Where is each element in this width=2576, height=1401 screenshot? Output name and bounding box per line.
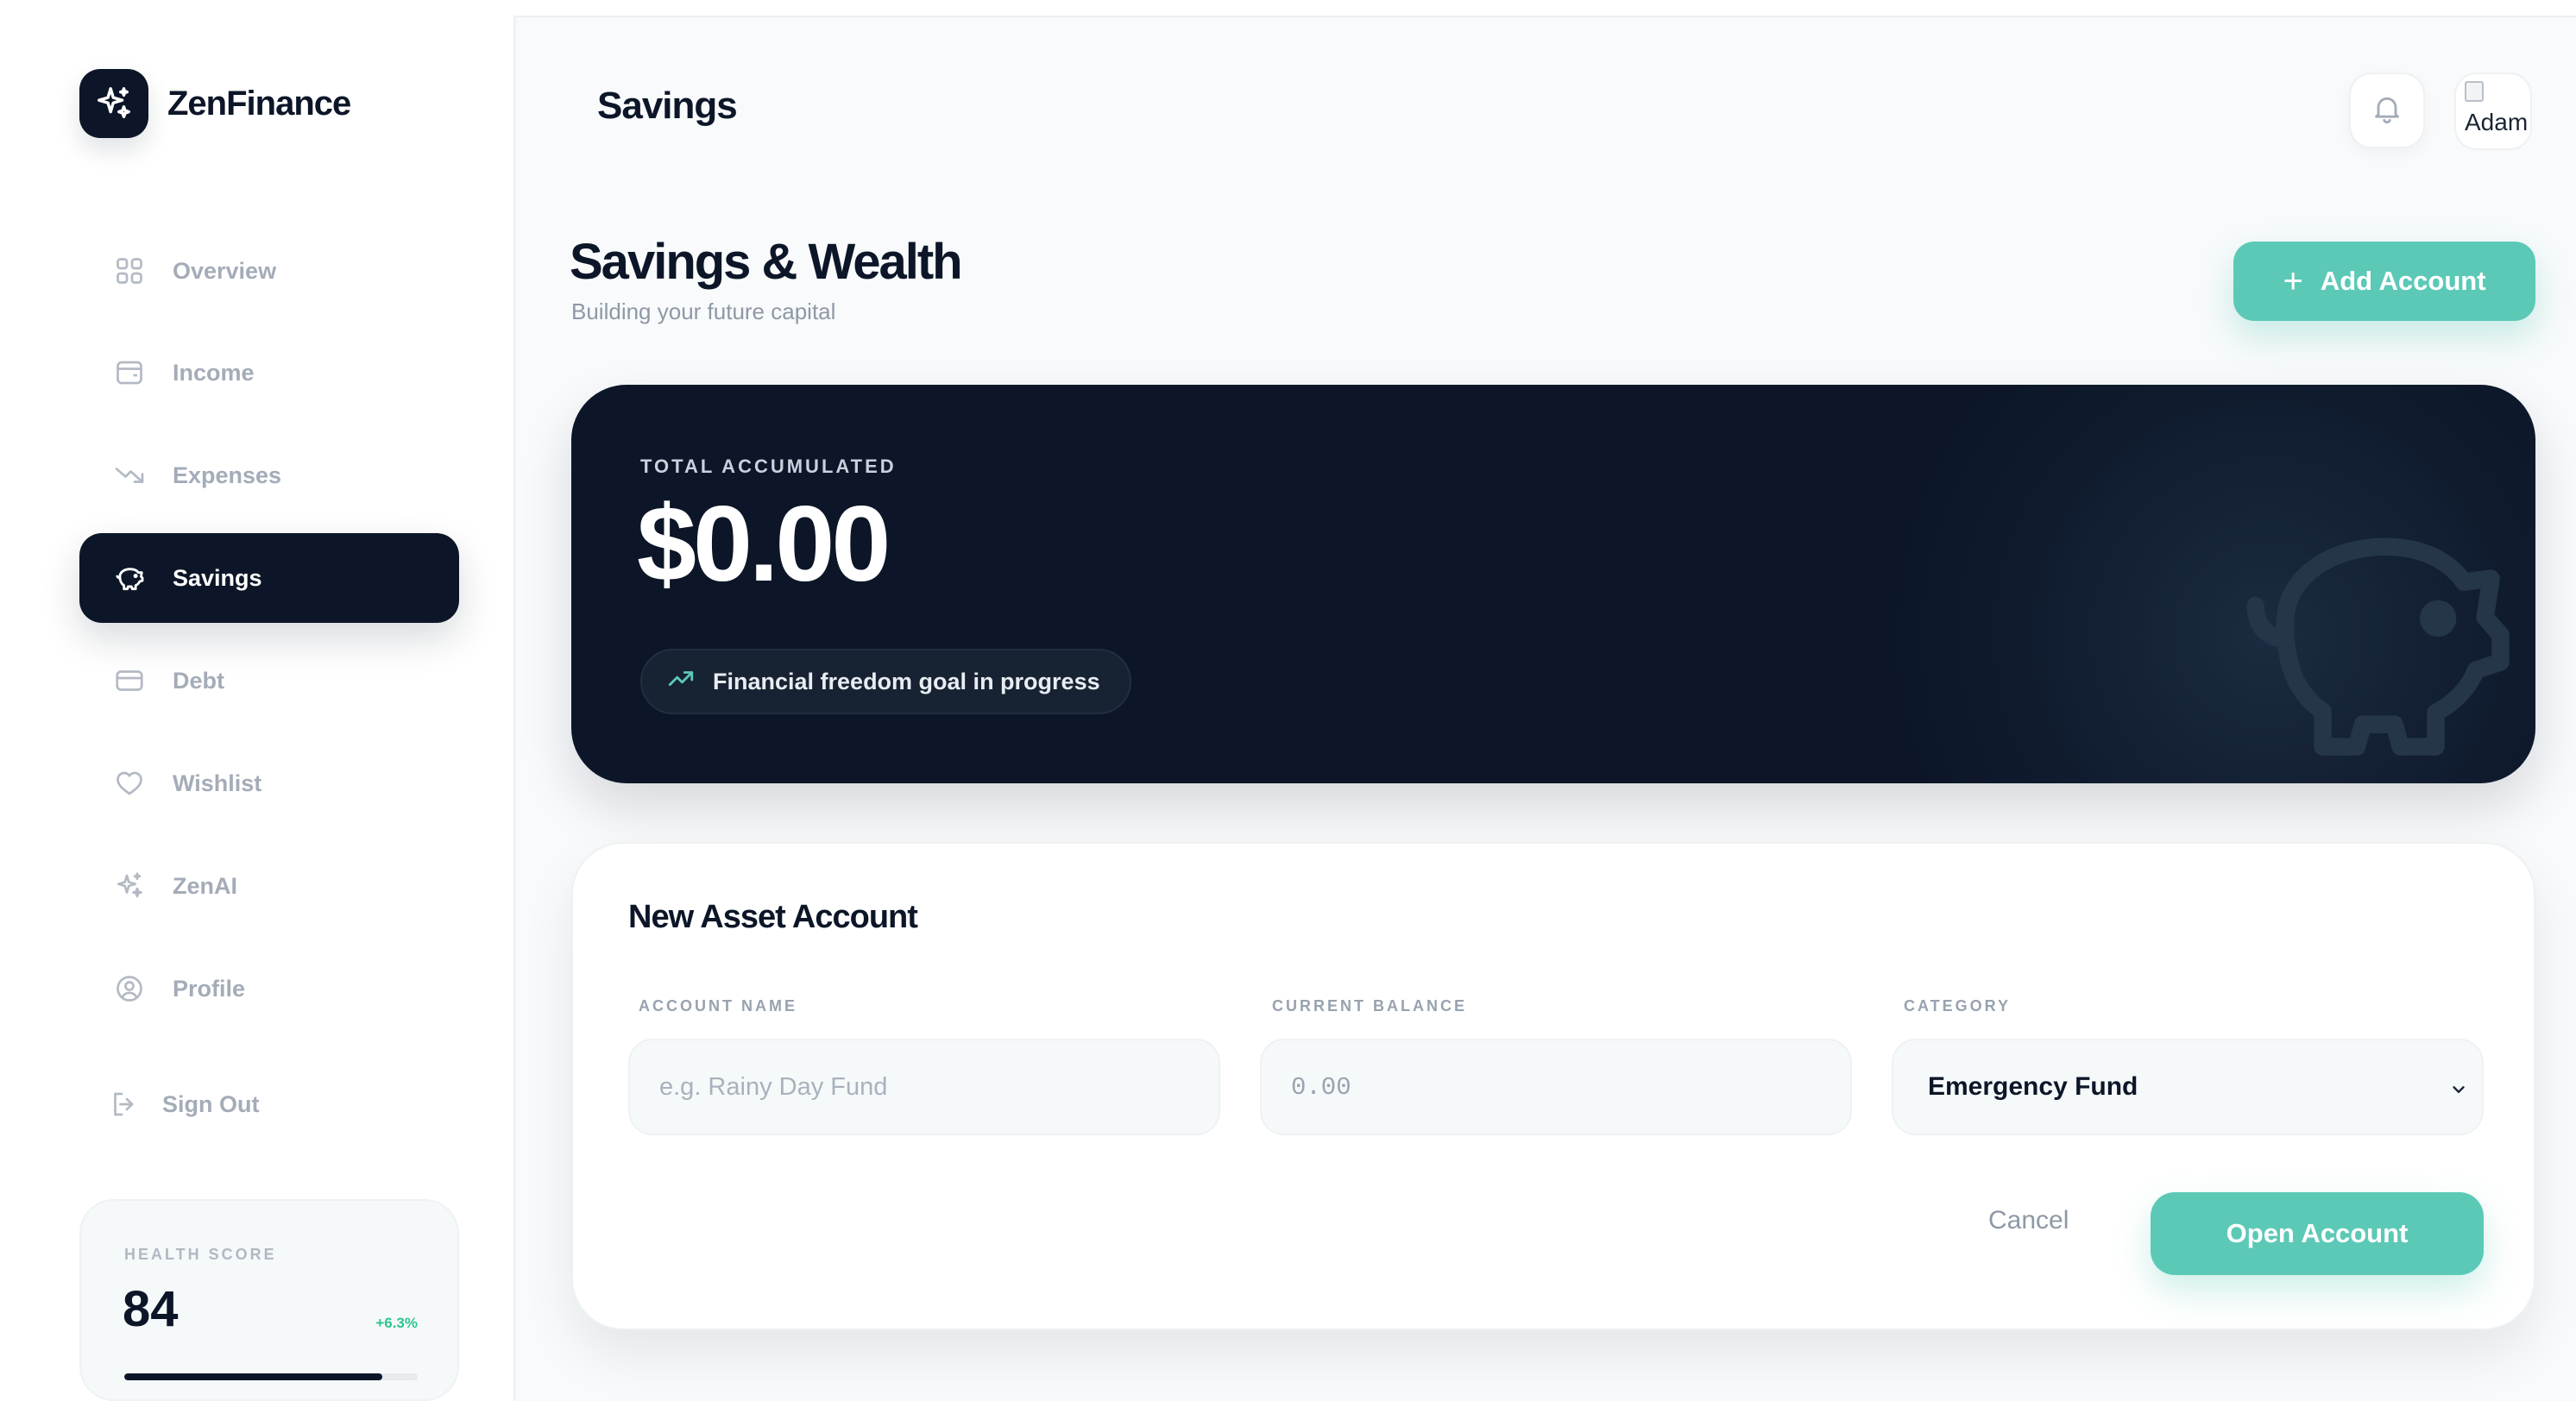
sidebar-item-label: Savings: [173, 564, 262, 591]
sidebar-item-expenses[interactable]: Expenses: [79, 430, 459, 520]
trending-up-icon: [666, 665, 696, 699]
credit-card-icon: [112, 663, 147, 698]
broken-image-icon: [2465, 81, 2484, 102]
chevron-down-icon: [2449, 1080, 2468, 1103]
sidebar-item-overview[interactable]: Overview: [79, 226, 459, 316]
health-score-progress-fill: [124, 1373, 383, 1380]
add-account-button[interactable]: + Add Account: [2233, 242, 2535, 321]
sidebar-item-savings[interactable]: Savings: [79, 533, 459, 623]
section-title: Savings & Wealth: [570, 234, 963, 290]
piggy-bank-icon: [112, 561, 147, 595]
user-circle-icon: [112, 971, 147, 1006]
category-select[interactable]: Emergency Fund: [1892, 1039, 2484, 1135]
sidebar-item-debt[interactable]: Debt: [79, 636, 459, 726]
trending-down-icon: [112, 458, 147, 493]
add-account-label: Add Account: [2320, 266, 2486, 296]
sidebar-item-label: Debt: [173, 667, 224, 694]
sign-out-icon: [107, 1087, 142, 1121]
open-account-button[interactable]: Open Account: [2151, 1192, 2484, 1275]
sparkles-logo-icon: [79, 69, 148, 138]
health-score-label: HEALTH SCORE: [124, 1246, 277, 1263]
avatar[interactable]: Adam: [2454, 72, 2532, 150]
health-score-card: HEALTH SCORE 84 +6.3%: [79, 1199, 459, 1401]
avatar-alt-text: Adam: [2465, 109, 2529, 135]
grid-icon: [112, 254, 147, 288]
heart-icon: [112, 766, 147, 801]
page-title: Savings: [597, 85, 738, 127]
sidebar-item-label: Profile: [173, 975, 246, 1002]
health-score-delta: +6.3%: [375, 1315, 418, 1331]
sidebar-item-label: Overview: [173, 257, 277, 284]
sidebar-item-label: Expenses: [173, 462, 282, 488]
goal-status-pill: Financial freedom goal in progress: [640, 649, 1131, 714]
section-subtitle: Building your future capital: [571, 298, 836, 324]
sidebar-item-zenai[interactable]: ZenAI: [79, 841, 459, 931]
account-name-input[interactable]: [628, 1039, 1220, 1135]
brand[interactable]: ZenFinance: [79, 69, 351, 138]
sidebar-item-income[interactable]: Income: [79, 328, 459, 418]
bell-icon: [2370, 91, 2404, 130]
brand-name: ZenFinance: [167, 84, 351, 123]
form-title: New Asset Account: [628, 899, 918, 935]
wallet-icon: [112, 355, 147, 390]
plus-icon: +: [2283, 262, 2303, 300]
total-label: TOTAL ACCUMULATED: [640, 455, 897, 477]
account-name-label: ACCOUNT NAME: [639, 997, 797, 1015]
health-score-progress: [124, 1373, 418, 1380]
sidebar-item-label: Income: [173, 359, 255, 386]
sparkles-icon: [112, 869, 147, 903]
notifications-button[interactable]: [2349, 72, 2425, 148]
cancel-button[interactable]: Cancel: [1988, 1206, 2069, 1235]
current-balance-input[interactable]: [1260, 1039, 1852, 1135]
sidebar-item-wishlist[interactable]: Wishlist: [79, 738, 459, 828]
sidebar: ZenFinance Overview Income Expenses Savi…: [17, 16, 516, 1401]
health-score-value: 84: [123, 1281, 179, 1337]
total-amount: $0.00: [637, 485, 891, 604]
new-account-form: New Asset Account ACCOUNT NAME CURRENT B…: [571, 842, 2535, 1330]
sidebar-item-label: Wishlist: [173, 770, 262, 796]
sidebar-item-profile[interactable]: Profile: [79, 944, 459, 1033]
piggy-bank-watermark-icon: [2237, 506, 2522, 769]
sign-out-button[interactable]: Sign Out: [79, 1059, 459, 1149]
goal-status-text: Financial freedom goal in progress: [713, 668, 1100, 694]
total-savings-card: TOTAL ACCUMULATED $0.00 Financial freedo…: [571, 385, 2535, 783]
sidebar-item-label: ZenAI: [173, 872, 238, 899]
category-value: Emergency Fund: [1928, 1072, 2138, 1101]
current-balance-label: CURRENT BALANCE: [1272, 997, 1467, 1015]
category-label: CATEGORY: [1904, 997, 2012, 1015]
sidebar-item-label: Sign Out: [162, 1090, 260, 1117]
